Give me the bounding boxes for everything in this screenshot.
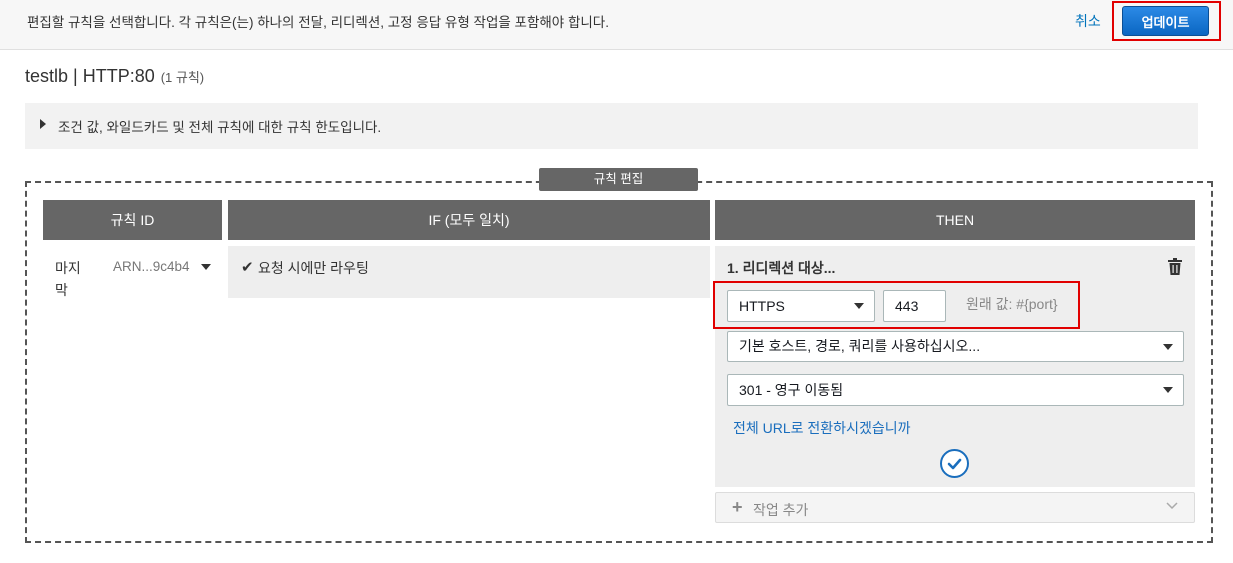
condition-text: 요청 시에만 라우팅: [258, 260, 369, 276]
caret-down-icon: [854, 303, 864, 309]
listener-name: testlb | HTTP:80: [25, 66, 155, 86]
rule-arn: ARN...9c4b4: [113, 259, 190, 274]
protocol-value: HTTPS: [739, 298, 785, 314]
chevron-down-icon: [1166, 502, 1178, 510]
check-circle-icon: [947, 458, 962, 470]
column-header-rule-id: 규칙 ID: [43, 200, 222, 240]
rule-limits-label: 조건 값, 와일드카드 및 전체 규칙에 대한 규칙 한도입니다.: [58, 120, 382, 135]
caret-down-icon[interactable]: [201, 264, 211, 270]
rule-limits-expander[interactable]: 조건 값, 와일드카드 및 전체 규칙에 대한 규칙 한도입니다.: [25, 103, 1198, 149]
add-action-button[interactable]: + 작업 추가: [715, 492, 1195, 523]
host-path-query-select[interactable]: 기본 호스트, 경로, 쿼리를 사용하십시오...: [727, 331, 1184, 362]
original-value-hint: 원래 값: #{port}: [966, 296, 1058, 312]
column-header-if: IF (모두 일치): [228, 200, 710, 240]
cancel-button[interactable]: 취소: [1075, 11, 1101, 31]
rule-count: (1 규칙): [160, 70, 205, 85]
status-code-select[interactable]: 301 - 영구 이동됨: [727, 374, 1184, 406]
rule-priority-label: 마지 막: [55, 260, 81, 298]
edit-rule-label: 규칙 편집: [539, 168, 698, 191]
update-highlight-box: 업데이트: [1112, 1, 1221, 41]
trash-icon[interactable]: [1167, 258, 1183, 276]
update-button[interactable]: 업데이트: [1122, 6, 1209, 36]
plus-icon: +: [732, 497, 743, 517]
add-action-label: 작업 추가: [753, 502, 809, 518]
top-bar: 편집할 규칙을 선택합니다. 각 규칙은(는) 하나의 전달, 리디렉션, 고정…: [0, 0, 1233, 50]
action-title: 1. 리디렉션 대상...: [727, 260, 836, 276]
checkmark-icon: ✔: [241, 259, 254, 276]
status-code-value: 301 - 영구 이동됨: [739, 382, 844, 398]
protocol-select[interactable]: HTTPS: [727, 290, 875, 322]
column-header-then: THEN: [715, 200, 1195, 240]
confirm-action-button[interactable]: [940, 449, 969, 478]
caret-right-icon: [40, 119, 46, 129]
host-path-query-value: 기본 호스트, 경로, 쿼리를 사용하십시오...: [739, 338, 981, 354]
instruction-text: 편집할 규칙을 선택합니다. 각 규칙은(는) 하나의 전달, 리디렉션, 고정…: [27, 15, 609, 30]
caret-down-icon: [1163, 387, 1173, 393]
full-url-link[interactable]: 전체 URL로 전환하시겠습니까: [733, 418, 910, 438]
port-input[interactable]: [883, 290, 946, 322]
condition-box: ✔ 요청 시에만 라우팅: [228, 246, 710, 298]
page-title: testlb | HTTP:80 (1 규칙): [25, 66, 204, 87]
caret-down-icon: [1163, 343, 1173, 350]
